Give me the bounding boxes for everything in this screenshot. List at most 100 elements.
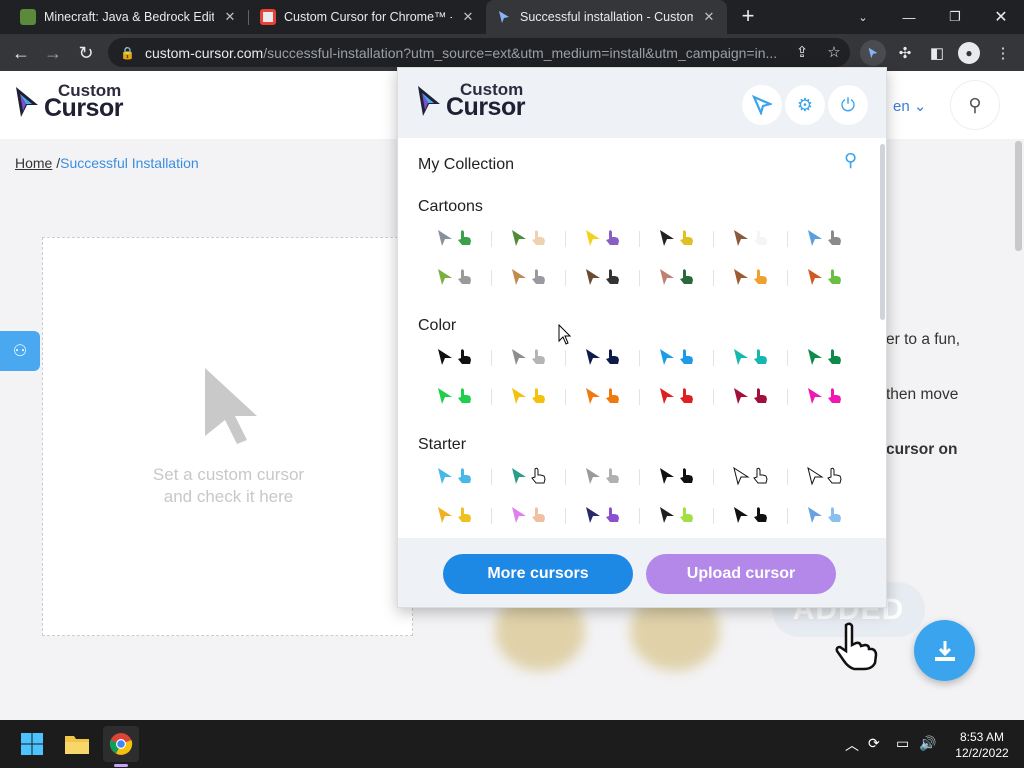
cursor-pack-item[interactable] <box>418 340 492 374</box>
sync-icon[interactable]: ⟳ <box>868 735 880 752</box>
site-search-button[interactable]: ⚲ <box>951 81 999 129</box>
download-button[interactable] <box>914 620 975 681</box>
network-monitor-icon[interactable]: ▭ <box>896 735 909 752</box>
bookmark-star-icon[interactable]: ☆ <box>824 43 844 63</box>
cursor-pointer-icon <box>753 467 768 484</box>
cursor-arrow-icon <box>586 349 600 365</box>
cursor-pack-item[interactable] <box>492 379 566 413</box>
language-selector[interactable]: en ⌄ <box>893 97 926 115</box>
maximize-button[interactable]: ❐ <box>932 0 978 34</box>
body-text-line: er to a fun, <box>886 331 961 348</box>
cursor-pack-item[interactable] <box>418 260 492 294</box>
system-clock[interactable]: 8:53 AM 12/2/2022 <box>940 729 1024 761</box>
cursor-pack-item[interactable] <box>714 498 788 532</box>
community-button[interactable]: ⚇ <box>0 331 40 371</box>
start-button[interactable] <box>14 726 50 762</box>
cursor-pack-item[interactable] <box>714 340 788 374</box>
profile-avatar-icon[interactable]: ● <box>958 42 980 64</box>
cursor-pack-item[interactable] <box>566 260 640 294</box>
cursor-pack-item[interactable] <box>640 340 714 374</box>
back-arrow-icon[interactable]: ← <box>8 40 34 66</box>
cursor-pack-item[interactable] <box>788 379 862 413</box>
file-explorer-button[interactable] <box>59 726 95 762</box>
cursor-pack-item[interactable] <box>418 221 492 255</box>
cursor-pack-item[interactable] <box>788 459 862 493</box>
cursor-test-area[interactable]: Set a custom cursor and check it here <box>42 237 413 636</box>
cursor-pack-item[interactable] <box>492 260 566 294</box>
tab-custom-cursor-store[interactable]: Custom Cursor for Chrome™ - Chr ✕ <box>250 0 486 34</box>
cursor-arrow-icon <box>807 467 824 485</box>
power-button[interactable]: ⏻ <box>828 85 868 125</box>
cursor-pack-item[interactable] <box>714 379 788 413</box>
settings-button[interactable]: ⚙ <box>785 85 825 125</box>
cursor-pack-item[interactable] <box>788 221 862 255</box>
extensions-puzzle-icon[interactable]: ✣ <box>892 40 918 66</box>
cursor-pack-item[interactable] <box>492 340 566 374</box>
cursor-pack-item[interactable] <box>714 260 788 294</box>
upload-cursor-button[interactable]: Upload cursor <box>646 554 836 594</box>
cursor-pack-item[interactable] <box>492 221 566 255</box>
cursor-pack-item[interactable] <box>640 459 714 493</box>
tab-minecraft[interactable]: Minecraft: Java & Bedrock Edition f ✕ <box>10 0 248 34</box>
volume-icon[interactable]: 🔊 <box>919 735 936 752</box>
cursor-pack-item[interactable] <box>566 221 640 255</box>
new-tab-button[interactable]: + <box>737 5 759 27</box>
cursor-pack-item[interactable] <box>788 260 862 294</box>
more-menu-icon[interactable]: ⋮ <box>990 40 1016 66</box>
page-scrollbar[interactable] <box>1015 141 1022 251</box>
site-logo[interactable]: Custom Cursor <box>14 82 123 121</box>
cursor-pack-item[interactable] <box>640 379 714 413</box>
cursor-pack-item[interactable] <box>566 459 640 493</box>
tab-successful-installation[interactable]: Successful installation - Custom C ✕ <box>486 0 727 34</box>
close-icon[interactable]: ✕ <box>701 9 717 25</box>
close-window-button[interactable]: ✕ <box>978 0 1024 34</box>
cursor-arrow-icon <box>438 507 452 523</box>
close-icon[interactable]: ✕ <box>222 9 238 25</box>
cursor-pack-item[interactable] <box>418 498 492 532</box>
address-bar[interactable]: 🔒 custom-cursor.com /successful-installa… <box>108 38 850 67</box>
forward-arrow-icon[interactable]: → <box>40 40 66 66</box>
custom-cursor-extension-icon[interactable] <box>860 40 886 66</box>
cursor-pack-item[interactable] <box>714 221 788 255</box>
show-hidden-icons-chevron-icon[interactable]: ︿ <box>845 735 859 755</box>
tab-title: Successful installation - Custom C <box>520 10 693 24</box>
cursor-pack-item[interactable] <box>640 260 714 294</box>
cursor-pack-item[interactable] <box>566 379 640 413</box>
cursor-pack-item[interactable] <box>492 498 566 532</box>
cursor-arrow-icon <box>660 468 674 484</box>
reload-icon[interactable]: ↻ <box>73 40 99 66</box>
popup-scrollbar[interactable] <box>880 144 885 320</box>
cursor-pack-item[interactable] <box>492 459 566 493</box>
my-collection-title: My Collection <box>418 156 515 173</box>
side-panel-icon[interactable]: ◧ <box>924 40 950 66</box>
cursor-toggle-button[interactable] <box>742 85 782 125</box>
collection-search-icon[interactable]: ⚲ <box>844 150 857 171</box>
cursor-pack-item[interactable] <box>418 379 492 413</box>
cursor-pointer-icon <box>458 269 471 284</box>
cursor-arrow-icon <box>586 507 600 523</box>
cursor-arrow-icon <box>808 230 822 246</box>
cursor-pack-item[interactable] <box>714 459 788 493</box>
cursor-pack-item[interactable] <box>566 498 640 532</box>
minimize-button[interactable]: — <box>886 0 932 34</box>
cursor-pointer-icon <box>828 230 841 245</box>
cursor-arrow-icon <box>734 507 748 523</box>
cursor-arrow-icon <box>660 269 674 285</box>
cursor-pack-item[interactable] <box>640 221 714 255</box>
chrome-taskbar-button[interactable] <box>103 726 139 762</box>
share-icon[interactable]: ⇪ <box>792 43 812 63</box>
more-cursors-button[interactable]: More cursors <box>443 554 633 594</box>
breadcrumb-home-link[interactable]: Home <box>15 155 52 171</box>
users-add-icon: ⚇ <box>12 343 28 360</box>
cursor-pack-item[interactable] <box>566 340 640 374</box>
body-text-line: then move <box>886 386 959 403</box>
close-icon[interactable]: ✕ <box>460 9 476 25</box>
cursor-pack-item[interactable] <box>788 340 862 374</box>
cursor-pack-item[interactable] <box>788 498 862 532</box>
mouse-pointer-icon <box>558 324 572 345</box>
tab-search-chevron-icon[interactable]: ⌄ <box>840 0 886 34</box>
cursor-pack-item[interactable] <box>418 459 492 493</box>
cursor-arrow-icon <box>586 388 600 404</box>
cursor-pack-item[interactable] <box>640 498 714 532</box>
cursor-pointer-icon <box>754 388 767 403</box>
